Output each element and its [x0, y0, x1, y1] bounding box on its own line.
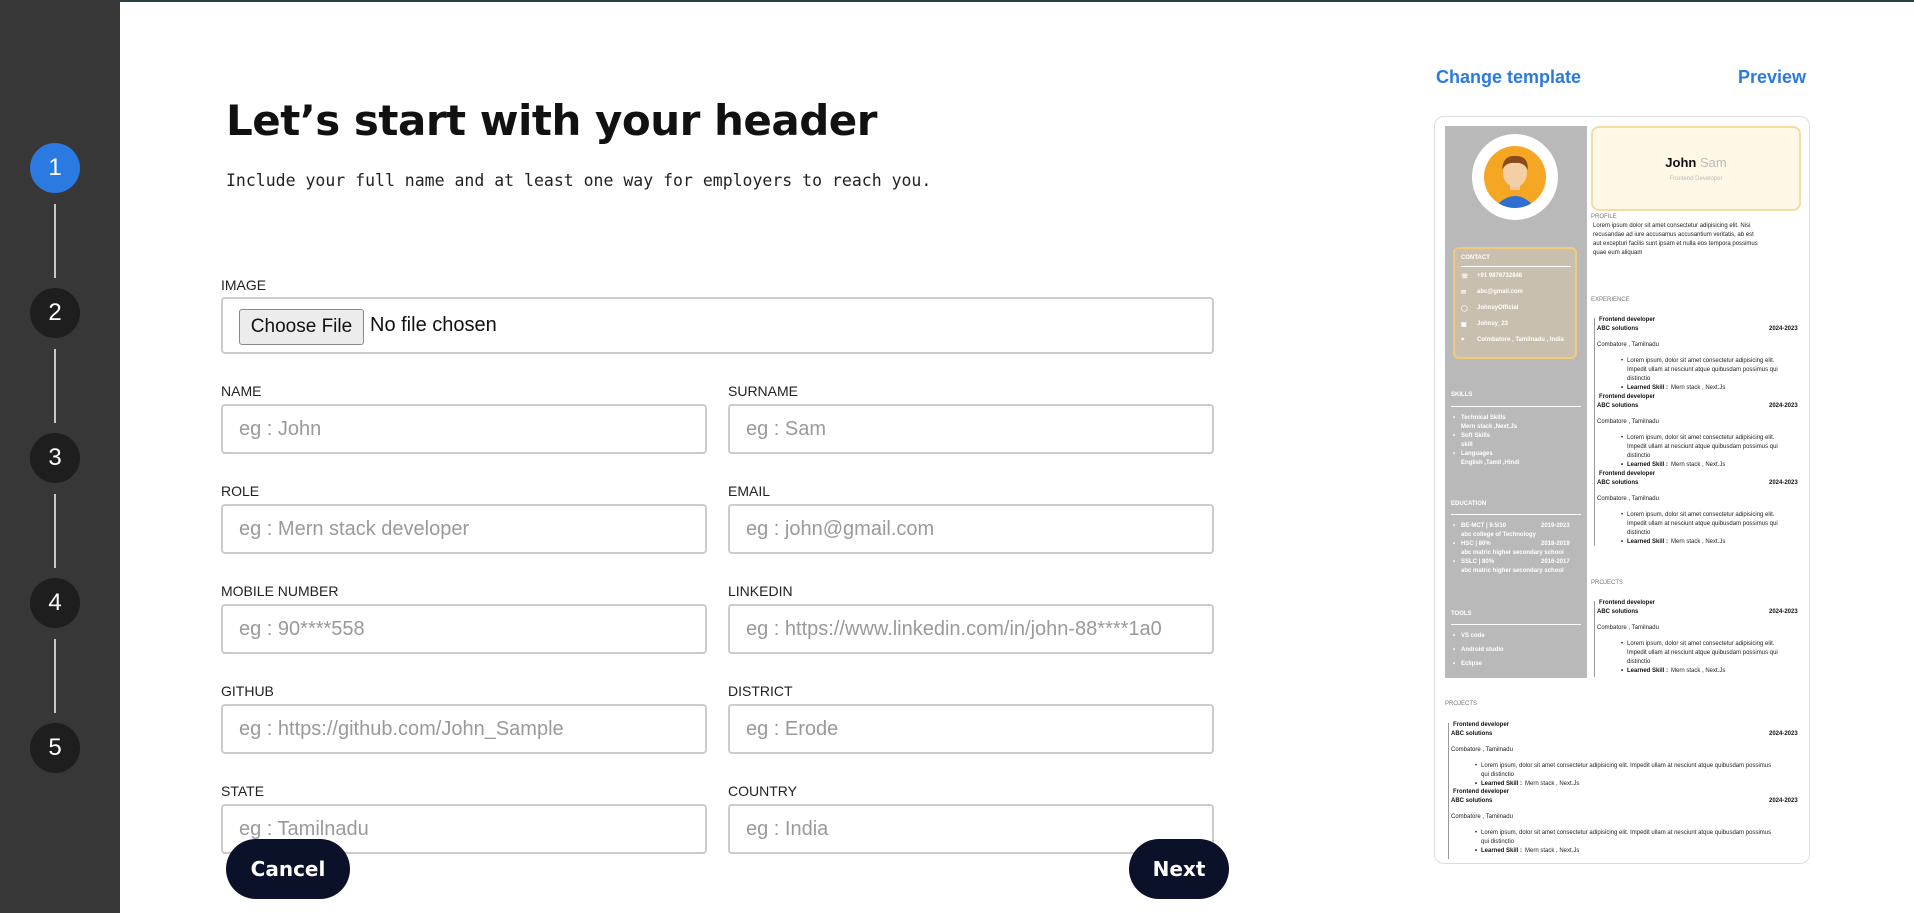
step-3[interactable]: 3	[30, 433, 80, 483]
surname-label: SURNAME	[728, 383, 799, 399]
resume-experience-title: EXPERIENCE	[1591, 297, 1630, 303]
resume-role: Frontend Developer	[1669, 176, 1723, 182]
choose-file-button[interactable]: Choose File	[239, 309, 364, 345]
step-connector	[54, 349, 56, 423]
page-subtitle: Include your full name and at least one …	[226, 171, 932, 190]
state-label: STATE	[221, 783, 265, 799]
mobile-label: MOBILE NUMBER	[221, 583, 339, 599]
step-connector	[54, 494, 56, 568]
resume-education-title: EDUCATION	[1451, 501, 1487, 507]
preview-link[interactable]: Preview	[1738, 67, 1806, 88]
file-status: No file chosen	[370, 314, 497, 336]
step-1[interactable]: 1	[30, 143, 80, 193]
step-4[interactable]: 4	[30, 578, 80, 628]
step-connector	[54, 204, 56, 278]
resume-contact-item: JohnsyOfficial	[1477, 305, 1519, 311]
name-label: NAME	[221, 383, 262, 399]
role-input[interactable]	[221, 504, 707, 554]
surname-input[interactable]	[728, 404, 1214, 454]
linkedin-label: LINKEDIN	[728, 583, 793, 599]
district-input[interactable]	[728, 704, 1214, 754]
resume-contact-item: Johnsy_23	[1477, 321, 1509, 327]
github-label: GITHUB	[221, 683, 274, 699]
email-label: EMAIL	[728, 483, 771, 499]
resume-first-name: John	[1665, 155, 1697, 170]
resume-contact-item: abc@gmail.com	[1477, 289, 1523, 295]
change-template-link[interactable]: Change template	[1436, 67, 1581, 88]
resume-profile-title: PROFILE	[1591, 214, 1617, 220]
resume-projects-title: PROJECTS	[1445, 701, 1478, 707]
email-input[interactable]	[728, 504, 1214, 554]
resume-left-column: CONTACT ☏ +91 9876732846 ✉ abc@gmail.com…	[1445, 126, 1587, 678]
resume-contact-item: Coimbatore , Tamilnadu , India	[1477, 337, 1564, 343]
district-label: DISTRICT	[728, 683, 793, 699]
resume-preview[interactable]: CONTACT ☏ +91 9876732846 ✉ abc@gmail.com…	[1434, 116, 1810, 864]
resume-contact-box: CONTACT ☏ +91 9876732846 ✉ abc@gmail.com…	[1453, 247, 1577, 359]
image-label: IMAGE	[221, 277, 267, 293]
role-label: ROLE	[221, 483, 260, 499]
top-border	[0, 0, 1914, 2]
linkedin-input[interactable]	[728, 604, 1214, 654]
resume-skills-title: SKILLS	[1451, 392, 1473, 398]
step-2[interactable]: 2	[30, 288, 80, 338]
page-title: Let’s start with your header	[226, 96, 878, 145]
resume-projects-title: PROJECTS	[1591, 580, 1624, 586]
country-label: COUNTRY	[728, 783, 797, 799]
resume-header-card: John Sam Frontend Developer	[1591, 126, 1801, 211]
mobile-input[interactable]	[221, 604, 707, 654]
person-icon	[1494, 155, 1536, 208]
resume-last-name: Sam	[1699, 155, 1727, 170]
step-5[interactable]: 5	[30, 723, 80, 773]
cancel-button[interactable]: Cancel	[226, 839, 350, 899]
resume-contact-title: CONTACT	[1461, 255, 1490, 261]
resume-tools-title: TOOLS	[1451, 611, 1472, 617]
github-input[interactable]	[221, 704, 707, 754]
steps-sidebar: 1 2 3 4 5	[0, 0, 120, 913]
next-button[interactable]: Next	[1129, 839, 1229, 899]
step-connector	[54, 639, 56, 713]
avatar	[1472, 134, 1558, 220]
image-file-input[interactable]: Choose File No file chosen	[221, 297, 1214, 354]
resume-contact-item: +91 9876732846	[1477, 273, 1523, 279]
name-input[interactable]	[221, 404, 707, 454]
